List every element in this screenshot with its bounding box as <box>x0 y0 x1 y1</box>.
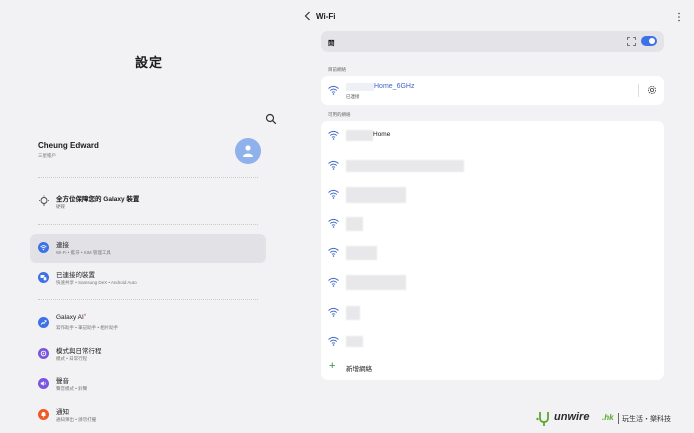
menu-sub: 聲音模式 • 鈴聲 <box>56 386 88 391</box>
wifi-secured-icon <box>328 336 339 346</box>
menu-item-connected-devices[interactable]: 已連接的裝置 快速共享 • Samsung DeX • Android Auto <box>30 264 266 293</box>
network-row[interactable] <box>321 327 664 355</box>
wifi-page-title: Wi-Fi <box>316 12 336 21</box>
person-icon <box>243 145 253 157</box>
switch-knob <box>649 38 655 44</box>
avatar[interactable] <box>235 138 261 164</box>
gear-icon[interactable] <box>646 84 658 96</box>
menu-sub: 寫作助手 • 筆記助手 • 相片助手 <box>56 325 119 330</box>
wifi-secured-icon <box>328 160 339 170</box>
toggle-label: 開 <box>328 40 335 47</box>
menu-title: Galaxy AI* <box>56 314 86 321</box>
protect-device-item[interactable]: 全方位保障您的 Galaxy 裝置 硬碟 <box>30 187 266 217</box>
wifi-switch[interactable] <box>641 36 657 46</box>
ai-icon <box>38 317 49 328</box>
new-badge: * <box>83 314 87 320</box>
bell-icon <box>38 409 49 420</box>
plus-icon: + <box>329 360 336 372</box>
protect-title: 全方位保障您的 Galaxy 裝置 <box>56 196 140 203</box>
redacted-text <box>346 246 377 260</box>
modes-icon <box>38 348 49 359</box>
menu-title: 已連接的裝置 <box>56 272 95 279</box>
network-row[interactable] <box>321 268 664 296</box>
divider <box>38 224 258 225</box>
menu-title: 聲音 <box>56 378 69 385</box>
redacted-text <box>346 217 363 231</box>
menu-item-galaxy-ai[interactable]: Galaxy AI* 寫作助手 • 筆記助手 • 相片助手 <box>30 309 266 338</box>
profile-sub: 三星帳戶 <box>38 153 56 158</box>
redacted-text <box>346 306 360 320</box>
logo-separator <box>618 413 619 424</box>
current-network-card[interactable]: Home_6GHz 已連接 <box>321 76 664 105</box>
plug-icon <box>536 412 549 426</box>
profile-name: Cheung Edward <box>38 141 99 150</box>
lightbulb-icon <box>39 195 49 206</box>
separator <box>638 84 639 97</box>
add-network-button[interactable]: + 新增網絡 <box>321 359 664 377</box>
network-name: Home <box>373 131 391 138</box>
protect-sub: 硬碟 <box>56 204 65 209</box>
back-icon[interactable] <box>303 10 313 22</box>
add-network-label: 新增網絡 <box>346 366 372 373</box>
menu-item-sound[interactable]: 聲音 聲音模式 • 鈴聲 <box>30 370 266 399</box>
devices-icon <box>38 272 49 283</box>
menu-sub: Wi-Fi • 藍牙 • SIM 管理工具 <box>56 250 111 255</box>
qr-scan-icon[interactable] <box>627 37 636 46</box>
available-networks-label: 可用的網絡 <box>328 112 351 117</box>
menu-item-modes-routines[interactable]: 模式與日常行程 模式 • 日常行程 <box>30 340 266 369</box>
available-networks-card: Home + 新增網絡 <box>321 121 664 380</box>
more-options-icon[interactable] <box>676 11 682 23</box>
menu-item-connections[interactable]: 連接 Wi-Fi • 藍牙 • SIM 管理工具 <box>30 234 266 263</box>
network-row[interactable] <box>321 209 664 237</box>
wifi-secured-icon <box>328 189 339 199</box>
wifi-icon <box>38 242 49 253</box>
profile-card[interactable]: Cheung Edward 三星帳戶 <box>30 133 266 169</box>
current-network-status: 已連接 <box>346 94 360 99</box>
redacted-text <box>346 275 406 290</box>
logo-text: unwire <box>554 411 590 423</box>
search-icon[interactable] <box>265 113 277 125</box>
settings-panel: 設定 Cheung Edward 三星帳戶 全方位保障您的 Galaxy 裝置 … <box>0 0 292 433</box>
sound-icon <box>38 378 49 389</box>
menu-sub: 快速共享 • Samsung DeX • Android Auto <box>56 280 137 285</box>
wifi-toggle-card[interactable]: 開 <box>321 31 664 52</box>
menu-item-notifications[interactable]: 通知 通知彈出 • 請勿打擾 <box>30 401 266 430</box>
network-row[interactable] <box>321 151 664 179</box>
wifi-secured-icon <box>328 277 339 287</box>
menu-title: 通知 <box>56 409 69 416</box>
wifi-signal-icon <box>328 85 339 95</box>
logo-hk: .hk <box>602 413 614 422</box>
current-network-name: Home_6GHz <box>374 83 415 90</box>
redacted-text <box>346 336 363 347</box>
network-row[interactable] <box>321 298 664 326</box>
network-row[interactable]: Home <box>321 121 664 149</box>
redacted-text <box>346 187 406 203</box>
logo-tagline: 玩生活・樂科技 <box>622 416 671 423</box>
redacted-text <box>346 160 464 172</box>
wifi-secured-icon <box>328 130 339 140</box>
divider <box>38 177 258 178</box>
menu-sub: 模式 • 日常行程 <box>56 356 88 361</box>
wifi-secured-icon <box>328 247 339 257</box>
menu-sub: 通知彈出 • 請勿打擾 <box>56 417 97 422</box>
redacted-text <box>346 130 373 141</box>
menu-title: 模式與日常行程 <box>56 348 102 355</box>
divider <box>38 299 258 300</box>
wifi-secured-icon <box>328 218 339 228</box>
menu-title-text: Galaxy AI <box>56 314 84 321</box>
network-row[interactable] <box>321 238 664 266</box>
page-title: 設定 <box>134 55 163 70</box>
redacted-text <box>346 83 374 91</box>
unwire-logo: unwire .hk 玩生活・樂科技 <box>536 410 686 428</box>
menu-title: 連接 <box>56 242 69 249</box>
wifi-secured-icon <box>328 307 339 317</box>
network-row[interactable] <box>321 180 664 208</box>
current-network-label: 目前網絡 <box>328 67 346 72</box>
